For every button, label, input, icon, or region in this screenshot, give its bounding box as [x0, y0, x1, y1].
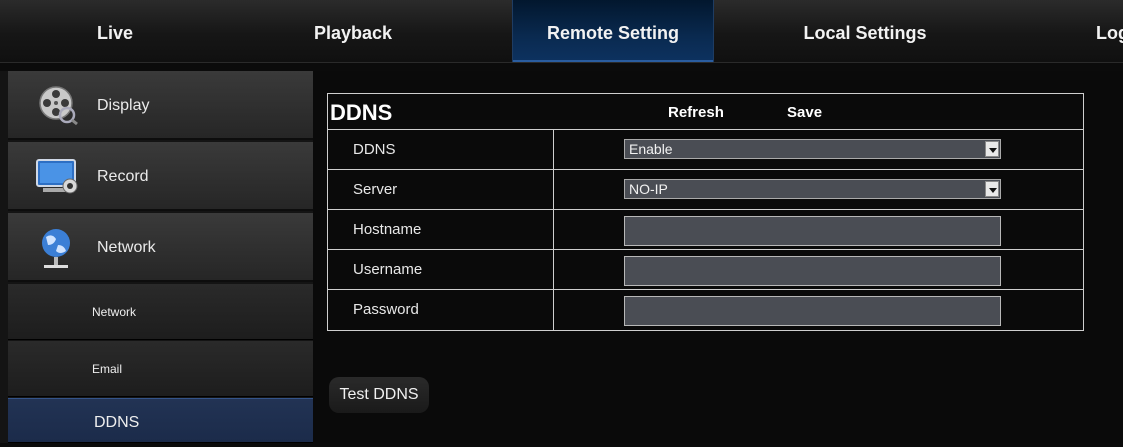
- tab-remote-setting[interactable]: Remote Setting: [512, 0, 714, 62]
- field-label: Username: [328, 250, 554, 289]
- tab-playback[interactable]: Playback: [300, 0, 420, 62]
- page-title: DDNS: [330, 100, 393, 125]
- sidebar-item-label: Record: [97, 168, 149, 185]
- sidebar-subitem-label: DDNS: [94, 414, 140, 431]
- ddns-row: DDNS Enable: [328, 130, 1083, 170]
- sidebar-subitem-label: Network: [92, 305, 137, 319]
- password-row: Password: [328, 290, 1083, 330]
- server-select[interactable]: NO-IP: [624, 179, 1001, 199]
- sidebar-item-label: Display: [97, 97, 150, 114]
- field-label: Hostname: [328, 210, 554, 249]
- settings-sidebar: Display Record Network Network Email DDN…: [0, 71, 313, 443]
- hostname-row: Hostname: [328, 210, 1083, 250]
- sidebar-item-label: Network: [97, 239, 156, 256]
- select-value: Enable: [629, 141, 673, 157]
- sidebar-subitem-label: Email: [92, 362, 123, 376]
- sidebar-subitem-email[interactable]: Email: [8, 341, 313, 397]
- ddns-settings-table: DDNS Refresh Save DDNS Enable Server NO-…: [327, 93, 1084, 331]
- refresh-button[interactable]: Refresh: [668, 104, 724, 121]
- ddns-enable-select[interactable]: Enable: [624, 139, 1001, 159]
- field-label: Server: [328, 170, 554, 209]
- ddns-table-header: DDNS Refresh Save: [328, 94, 1083, 130]
- top-navigation: Live Playback Remote Setting Local Setti…: [0, 0, 1123, 63]
- chevron-down-icon[interactable]: [985, 141, 999, 157]
- sidebar-subitem-ddns[interactable]: DDNS: [8, 398, 313, 443]
- username-input[interactable]: [624, 256, 1001, 286]
- sidebar-item-network[interactable]: Network: [8, 213, 313, 282]
- chevron-down-icon[interactable]: [985, 181, 999, 197]
- monitor-icon: [35, 156, 79, 196]
- ddns-settings-panel: DDNS Refresh Save DDNS Enable Server NO-…: [313, 71, 1123, 443]
- sidebar-item-display[interactable]: Display: [8, 71, 313, 140]
- sidebar-subitem-network[interactable]: Network: [8, 284, 313, 340]
- field-label: DDNS: [328, 130, 554, 169]
- tab-log[interactable]: Log: [1096, 0, 1123, 62]
- select-value: NO-IP: [629, 181, 668, 197]
- sidebar-item-record[interactable]: Record: [8, 142, 313, 211]
- film-reel-icon: [38, 85, 78, 126]
- tab-live[interactable]: Live: [70, 0, 160, 62]
- hostname-input[interactable]: [624, 216, 1001, 246]
- username-row: Username: [328, 250, 1083, 290]
- server-row: Server NO-IP: [328, 170, 1083, 210]
- password-input[interactable]: [624, 296, 1001, 326]
- test-ddns-button[interactable]: Test DDNS: [329, 377, 429, 413]
- tab-local-settings[interactable]: Local Settings: [780, 0, 950, 62]
- field-label: Password: [328, 290, 554, 330]
- globe-icon: [36, 227, 76, 268]
- save-button[interactable]: Save: [787, 104, 822, 121]
